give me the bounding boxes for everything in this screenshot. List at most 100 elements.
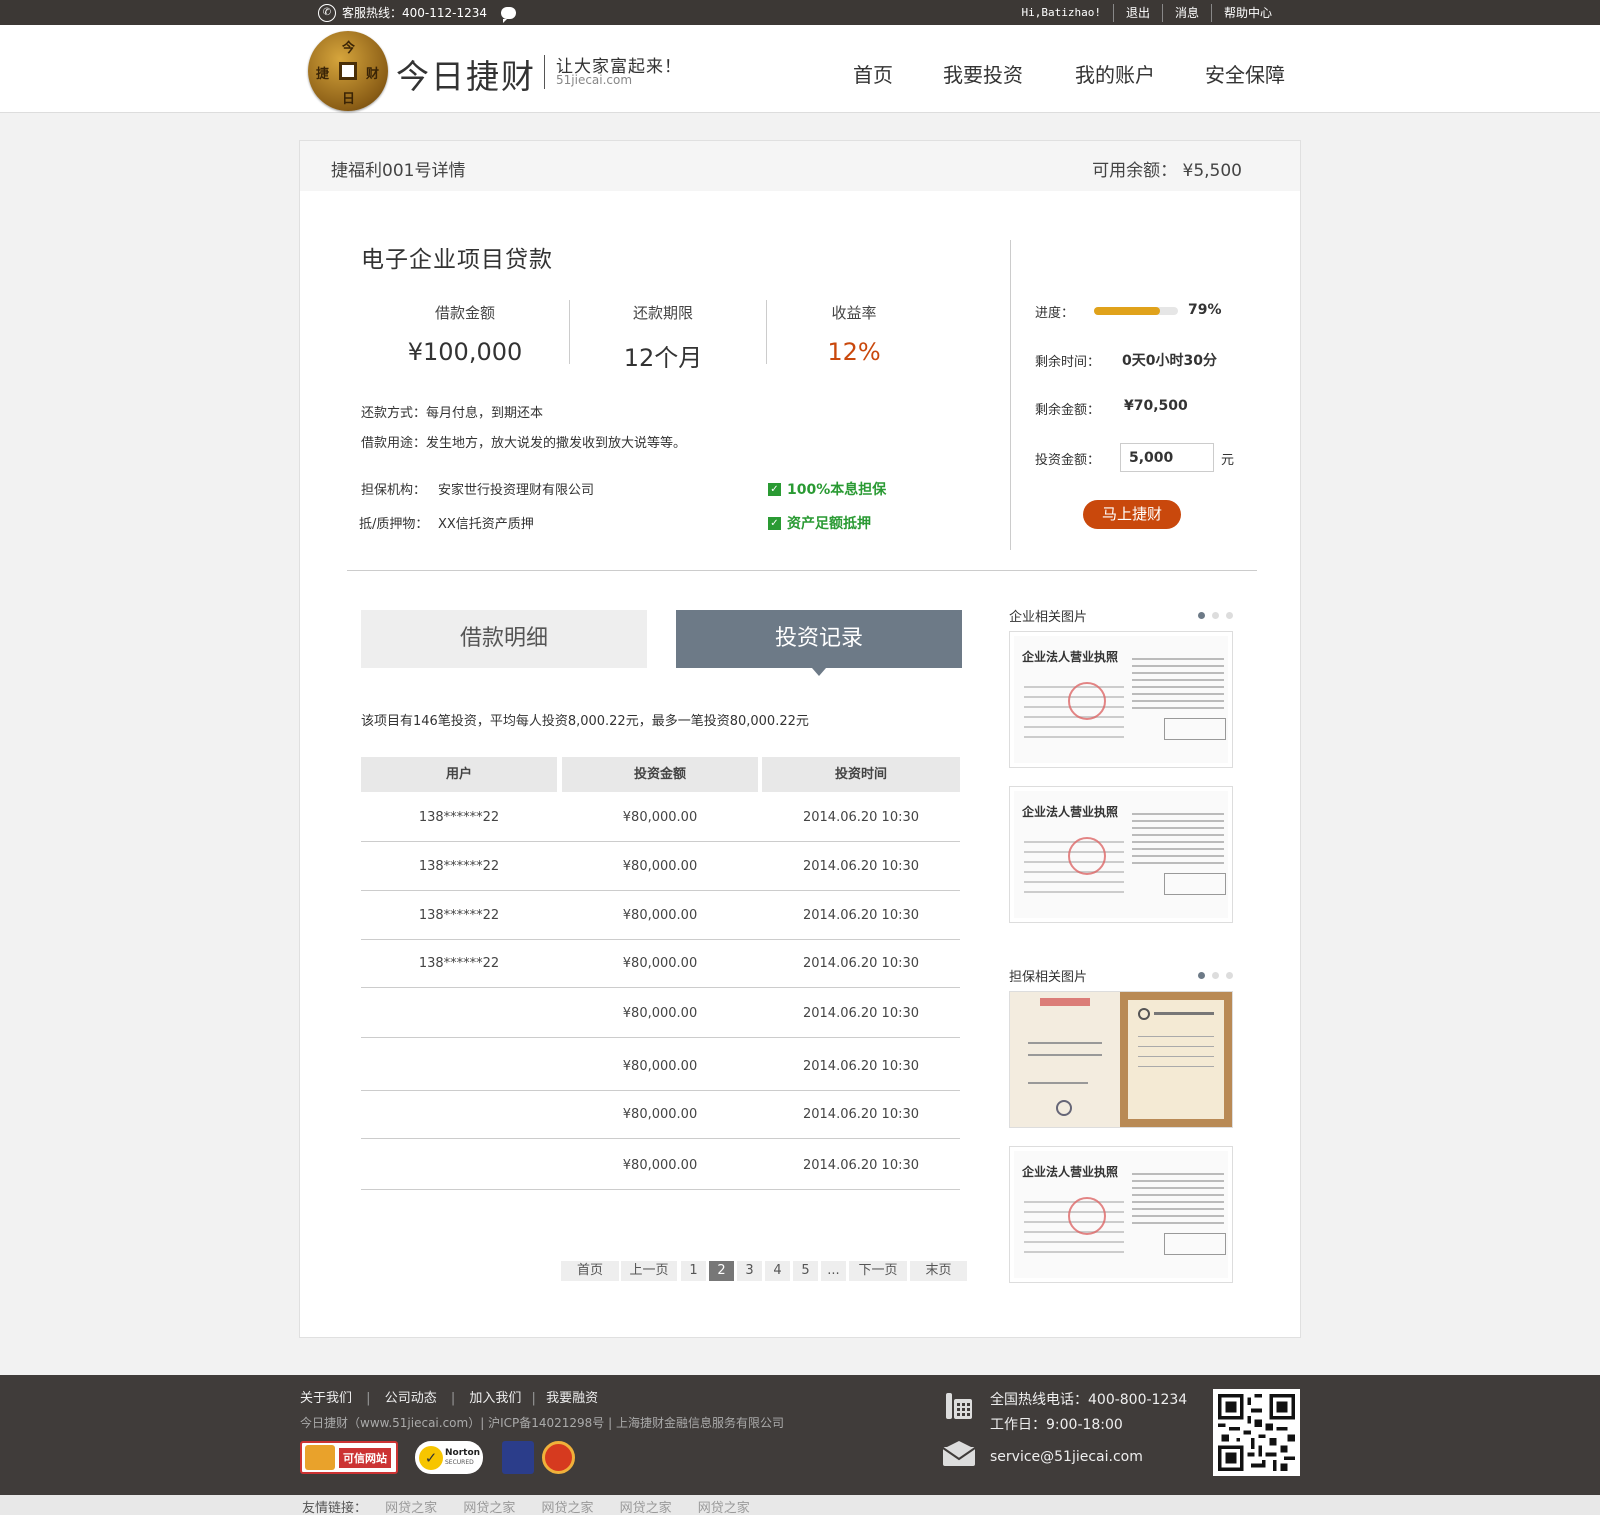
cell-time: 2014.06.20 10:30 <box>802 908 920 923</box>
cell-amount: ¥80,000.00 <box>622 956 698 971</box>
table-row: ¥80,000.00 2014.06.20 10:30 <box>361 989 960 1038</box>
repay-method: 还款方式：每月付息，到期还本 <box>361 406 544 421</box>
trusted-site-icon <box>305 1445 335 1470</box>
remaining-amount-label: 剩余金额： <box>1035 403 1101 418</box>
card-title: 捷福利001号详情 <box>331 161 466 181</box>
carousel-dot[interactable] <box>1198 612 1205 619</box>
diploma-image <box>1010 992 1120 1127</box>
nav-home[interactable]: 首页 <box>853 59 893 88</box>
cell-amount: ¥80,000.00 <box>622 1158 698 1173</box>
guarantee-carousel-dots <box>1198 972 1233 979</box>
top-bar: ✆ 客服热线：400-112-1234 Hi,Batizhao! 退出 消息 帮… <box>0 0 1600 25</box>
tab-loan-details[interactable]: 借款明细 <box>361 610 647 668</box>
pager-next[interactable]: 下一页 <box>849 1261 907 1281</box>
carousel-dot[interactable] <box>1198 972 1205 979</box>
remaining-amount: ¥70,500 <box>1124 398 1188 414</box>
trusted-site-label: 可信网站 <box>339 1447 391 1468</box>
progress-bar-fill <box>1094 307 1161 315</box>
pager-page-5[interactable]: 5 <box>793 1261 818 1281</box>
footer-links: 关于我们 | 公司动态 | 加入我们 | 我要融资 <box>300 1391 599 1406</box>
pager-page-2[interactable]: 2 <box>709 1261 734 1281</box>
seal-icon <box>1068 1197 1106 1235</box>
invest-amount-input[interactable] <box>1120 443 1214 472</box>
nav-invest[interactable]: 我要投资 <box>943 59 1023 88</box>
checkmark-icon: ✓ <box>768 482 781 496</box>
coin-logo-icon[interactable]: 今 捷 财 日 <box>308 31 388 111</box>
friend-link[interactable]: 网贷之家 <box>385 1501 437 1515</box>
brand-name[interactable]: 今日捷财 <box>396 50 536 98</box>
certificate-frame-image <box>1120 992 1232 1127</box>
footer-link-about[interactable]: 关于我们 <box>300 1391 352 1406</box>
pager-page-4[interactable]: 4 <box>765 1261 790 1281</box>
cell-time: 2014.06.20 10:30 <box>802 1107 920 1122</box>
check-collateral-text: 资产足额抵押 <box>787 516 871 532</box>
cell-amount: ¥80,000.00 <box>622 1107 698 1122</box>
cell-time: 2014.06.20 10:30 <box>802 810 920 825</box>
cell-time: 2014.06.20 10:30 <box>802 956 920 971</box>
invest-now-button[interactable]: 马上捷财 <box>1083 500 1181 529</box>
project-title: 电子企业项目贷款 <box>361 247 553 273</box>
footer-link-news[interactable]: 公司动态 <box>385 1391 437 1406</box>
cell-user: 138******22 <box>418 810 500 825</box>
footer-link-financing[interactable]: 我要融资 <box>546 1391 598 1406</box>
norton-check-icon: ✓ <box>419 1445 443 1470</box>
friend-link[interactable]: 网贷之家 <box>698 1501 750 1515</box>
chat-icon[interactable] <box>501 7 517 23</box>
help-link[interactable]: 帮助中心 <box>1210 4 1284 22</box>
logout-link[interactable]: 退出 <box>1112 4 1162 22</box>
nav-security[interactable]: 安全保障 <box>1205 59 1285 88</box>
footer-link-join[interactable]: 加入我们 <box>469 1391 521 1406</box>
domain-text: 51jiecai.com <box>556 73 633 87</box>
progress-text: 79% <box>1188 302 1222 318</box>
table-row: ¥80,000.00 2014.06.20 10:30 <box>361 1042 960 1091</box>
section-divider <box>347 570 1257 571</box>
friend-link[interactable]: 网贷之家 <box>463 1501 515 1515</box>
company-license-image[interactable]: 企业法人营业执照 <box>1009 786 1233 923</box>
remaining-time-label: 剩余时间： <box>1035 355 1101 370</box>
cell-amount: ¥80,000.00 <box>622 1059 698 1074</box>
guarantor-label: 担保机构： <box>361 483 427 498</box>
stat-value-rate: 12% <box>827 338 881 366</box>
greeting: Hi,Batizhao! <box>1021 6 1101 19</box>
footer-hours: 工作日：9:00-18:00 <box>990 1417 1123 1433</box>
guarantor-value: 安家世行投资理财有限公司 <box>438 483 595 498</box>
police-badge-icon[interactable] <box>502 1441 534 1474</box>
norton-label: Norton <box>445 1447 481 1458</box>
stat-label-term: 还款期限 <box>632 304 693 322</box>
col-header-amount: 投资金额 <box>562 757 758 792</box>
carousel-dot[interactable] <box>1212 612 1219 619</box>
pager-prev[interactable]: 上一页 <box>621 1261 677 1281</box>
tab-investment-records[interactable]: 投资记录 <box>676 610 962 676</box>
tab-investment-records-label: 投资记录 <box>774 626 863 651</box>
company-license-image[interactable]: 企业法人营业执照 <box>1009 1146 1233 1283</box>
brand-divider <box>544 55 545 89</box>
messages-link[interactable]: 消息 <box>1161 4 1211 22</box>
company-license-image[interactable]: 企业法人营业执照 <box>1009 631 1233 768</box>
pager-first[interactable]: 首页 <box>561 1261 619 1281</box>
col-header-user: 用户 <box>361 757 557 792</box>
pager-ellipsis: ... <box>821 1261 846 1281</box>
panel-divider <box>1010 240 1011 550</box>
shield-badge-icon[interactable] <box>542 1441 575 1474</box>
cell-user: 138******22 <box>418 956 500 971</box>
checkmark-icon: ✓ <box>768 516 781 530</box>
seal-icon <box>1068 837 1106 875</box>
pager-last[interactable]: 末页 <box>910 1261 967 1281</box>
guarantee-certificate-image[interactable] <box>1009 991 1233 1128</box>
nav-account[interactable]: 我的账户 <box>1075 59 1155 88</box>
carousel-dot[interactable] <box>1212 972 1219 979</box>
friend-link[interactable]: 网贷之家 <box>541 1501 593 1515</box>
progress-bar <box>1094 307 1178 315</box>
cell-amount: ¥80,000.00 <box>622 1006 698 1021</box>
trusted-site-badge[interactable]: 可信网站 <box>300 1441 398 1474</box>
norton-badge[interactable]: ✓ Norton SECURED <box>415 1441 483 1474</box>
stat-value-amount: ¥100,000 <box>407 338 523 366</box>
cell-time: 2014.06.20 10:30 <box>802 1006 920 1021</box>
telephone-icon <box>944 1391 974 1421</box>
carousel-dot[interactable] <box>1226 972 1233 979</box>
pager-page-3[interactable]: 3 <box>737 1261 762 1281</box>
carousel-dot[interactable] <box>1226 612 1233 619</box>
friend-link[interactable]: 网贷之家 <box>620 1501 672 1515</box>
pager-page-1[interactable]: 1 <box>681 1261 706 1281</box>
footer-email[interactable]: service@51jiecai.com <box>990 1449 1143 1465</box>
